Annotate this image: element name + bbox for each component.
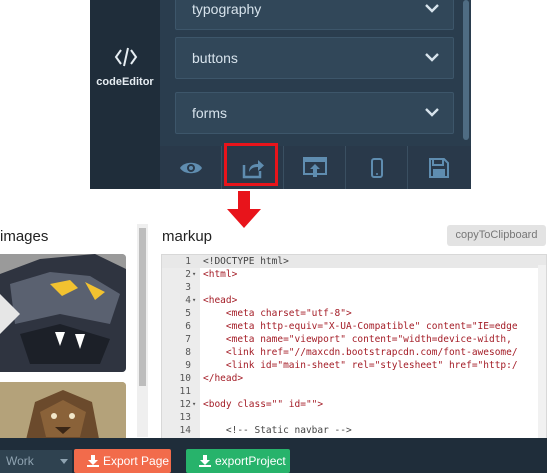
code-line[interactable]: 5 <meta charset="utf-8"> xyxy=(162,307,546,320)
image-thumbnail[interactable] xyxy=(0,382,126,444)
floppy-disk-icon xyxy=(429,157,449,178)
panel-label: forms xyxy=(192,105,227,121)
line-number: 6 xyxy=(185,321,191,332)
export-page-label: Export Page xyxy=(103,454,170,468)
code-editor[interactable]: 1 <!DOCTYPE html> 2 ▾ <html> 3 4 ▾ <head> 5 <meta… xyxy=(161,254,547,444)
chevron-down-icon xyxy=(425,4,439,13)
code-text: <head> xyxy=(203,295,238,306)
code-text: </head> xyxy=(203,373,244,384)
preview-button[interactable] xyxy=(160,146,222,189)
code-text: <meta name="viewport" content="width=dev… xyxy=(203,334,512,345)
image-thumbnail[interactable] xyxy=(0,254,126,372)
code-text: <html> xyxy=(203,269,238,280)
code-text: <body class="" id=""> xyxy=(203,399,324,410)
editor-scrollbar[interactable] xyxy=(538,265,546,443)
line-number: 5 xyxy=(185,308,191,319)
panel-label: buttons xyxy=(192,50,238,66)
chevron-down-icon xyxy=(425,108,439,117)
code-editor-label: codeEditor xyxy=(96,76,154,88)
code-line[interactable]: 8 <link href="//maxcdn.bootstrapcdn.com/… xyxy=(162,346,546,359)
line-number: 14 xyxy=(179,425,191,436)
copy-to-clipboard-button[interactable]: copyToClipboard xyxy=(447,225,546,246)
code-line[interactable]: 4 ▾ <head> xyxy=(162,294,546,307)
component-panel-list: typography buttons forms xyxy=(160,0,461,146)
download-icon xyxy=(87,455,99,467)
code-line[interactable]: 10 </head> xyxy=(162,372,546,385)
caret-down-icon xyxy=(60,459,68,464)
panel-typography[interactable]: typography xyxy=(175,0,454,30)
line-number: 8 xyxy=(185,347,191,358)
line-number: 2 xyxy=(185,269,191,280)
panel-forms[interactable]: forms xyxy=(175,92,454,134)
line-number: 11 xyxy=(179,386,191,397)
code-line[interactable]: 2 ▾ <html> xyxy=(162,268,546,281)
code-line[interactable]: 9 <link id="main-sheet" rel="stylesheet"… xyxy=(162,359,546,372)
fold-arrow-icon[interactable]: ▾ xyxy=(192,294,196,307)
line-number: 7 xyxy=(185,334,191,345)
download-icon xyxy=(199,455,211,467)
code-line[interactable]: 6 <meta http-equiv="X-UA-Compatible" con… xyxy=(162,320,546,333)
line-number: 4 xyxy=(185,295,191,306)
code-line[interactable]: 7 <meta name="viewport" content="width=d… xyxy=(162,333,546,346)
work-select[interactable]: Work xyxy=(0,450,72,473)
code-text: <!-- Static navbar --> xyxy=(203,425,352,436)
eye-icon xyxy=(179,162,202,173)
images-title: images xyxy=(0,228,49,245)
export-project-label: exportProject xyxy=(215,454,286,468)
editor-toolbar xyxy=(160,146,471,189)
mobile-icon xyxy=(370,157,383,178)
fold-arrow-icon[interactable]: ▾ xyxy=(192,398,196,411)
chevron-down-icon xyxy=(425,53,439,62)
line-number: 12 xyxy=(179,399,191,410)
gorilla-mascot-image xyxy=(0,254,126,372)
panel-buttons[interactable]: buttons xyxy=(175,37,454,79)
brown-mascot-image xyxy=(0,382,126,444)
mobile-button[interactable] xyxy=(346,146,408,189)
export-highlight-box xyxy=(224,143,278,186)
code-line[interactable]: 13 xyxy=(162,411,546,424)
red-arrow-down-icon xyxy=(227,191,261,228)
line-number: 13 xyxy=(179,412,191,423)
upload-button[interactable] xyxy=(284,146,346,189)
upload-window-icon xyxy=(302,156,327,177)
code-line[interactable]: 3 xyxy=(162,281,546,294)
line-number: 1 xyxy=(185,256,191,267)
panel-scrollbar-thumb[interactable] xyxy=(463,0,469,140)
fold-arrow-icon[interactable]: ▾ xyxy=(192,268,196,281)
line-number: 9 xyxy=(185,360,191,371)
work-select-value: Work xyxy=(6,454,34,468)
code-line[interactable]: 12 ▾ <body class="" id=""> xyxy=(162,398,546,411)
export-page-button[interactable]: Export Page xyxy=(74,449,171,473)
line-number: 10 xyxy=(179,373,191,384)
export-project-button[interactable]: exportProject xyxy=(186,449,290,473)
code-line[interactable]: 11 xyxy=(162,385,546,398)
code-text: <!DOCTYPE html> xyxy=(203,256,289,267)
code-text: <link href="//maxcdn.bootstrapcdn.com/fo… xyxy=(203,347,518,358)
code-editor-nav-item[interactable]: codeEditor xyxy=(90,0,160,189)
panel-label: typography xyxy=(192,1,262,17)
code-line[interactable]: 1 <!DOCTYPE html> xyxy=(162,255,546,268)
code-text: <meta http-equiv="X-UA-Compatible" conte… xyxy=(203,321,518,332)
save-button[interactable] xyxy=(408,146,470,189)
line-number: 3 xyxy=(185,282,191,293)
markup-title: markup xyxy=(162,228,213,245)
images-scrollbar-thumb[interactable] xyxy=(139,228,146,386)
code-brackets-icon xyxy=(114,47,138,67)
code-text: <link id="main-sheet" rel="stylesheet" h… xyxy=(203,360,518,371)
code-line[interactable]: 14 <!-- Static navbar --> xyxy=(162,424,546,437)
code-text: <meta charset="utf-8"> xyxy=(203,308,352,319)
